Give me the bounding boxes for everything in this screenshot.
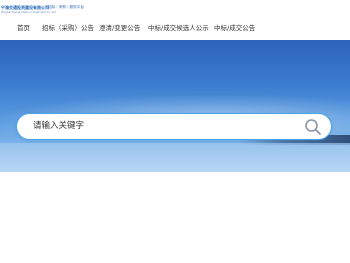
top-header: 宁海交通投资建设有限公司 Ninghai Transportation Inve… — [0, 0, 350, 17]
logo-company-name: 宁海交通投资建设有限公司 — [1, 5, 49, 10]
logo-company-english-name: Ninghai Transportation Investment Co.,Lt… — [1, 11, 56, 14]
search-input[interactable]: 请输入关键字 — [33, 114, 84, 138]
logo-tagline: 招标｜采购｜服务平台 — [48, 5, 84, 9]
search-bar[interactable]: 请输入关键字 — [16, 113, 332, 140]
nav-item-award-announcement[interactable]: 中标/成交公告 — [214, 17, 255, 40]
nav-item-clarification-announcement[interactable]: 澄清/变更公告 — [99, 17, 140, 40]
nav-item-home[interactable]: 首页 — [17, 17, 30, 40]
main-nav: 首页 招标（采购）公告 澄清/变更公告 中标/成交候选人公示 中标/成交公告 — [0, 17, 350, 41]
hero-water — [0, 143, 350, 172]
hero-banner — [0, 40, 350, 172]
nav-item-candidate-publicity[interactable]: 中标/成交候选人公示 — [148, 17, 209, 40]
search-icon[interactable] — [304, 118, 322, 136]
nav-item-tender-announcement[interactable]: 招标（采购）公告 — [42, 17, 94, 40]
